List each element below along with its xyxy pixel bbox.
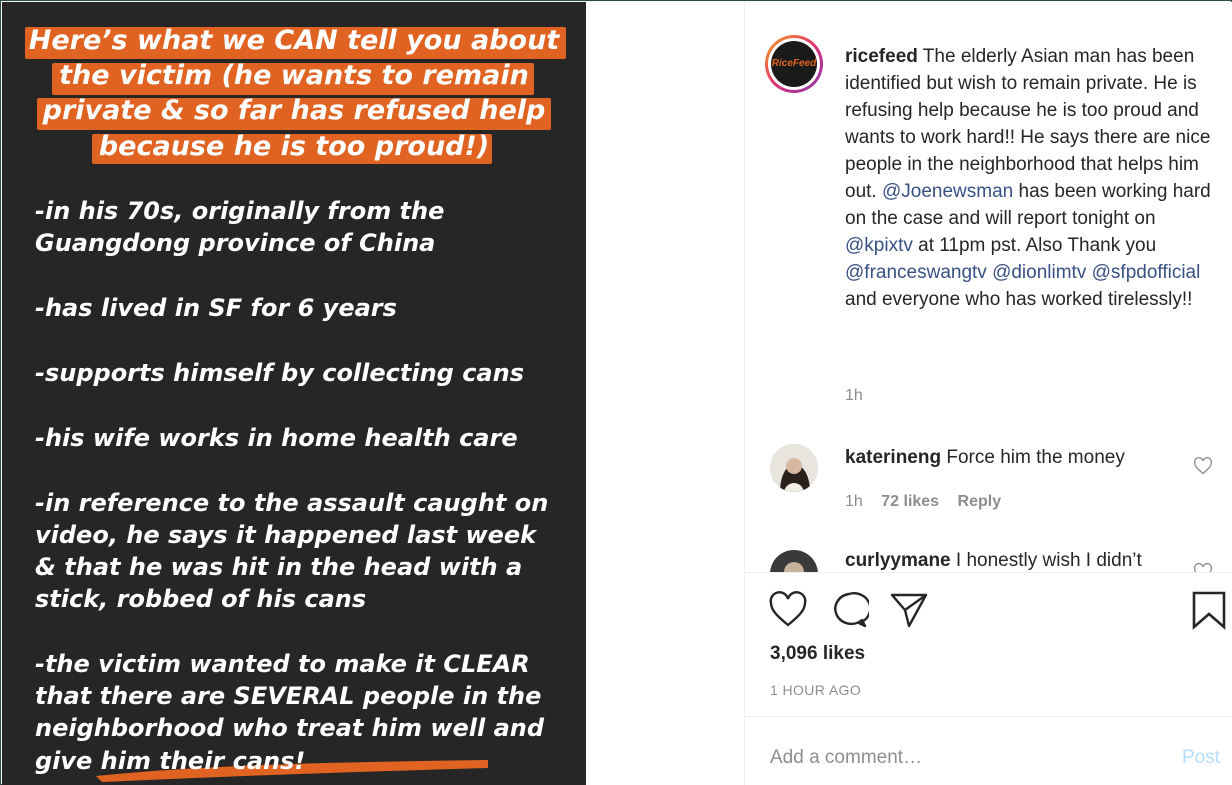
- comment-scroll-area[interactable]: curlyymane I honestly wish I didn’t: [745, 542, 1232, 572]
- image-background: [586, 2, 744, 785]
- post-details-panel: RiceFeed ricefeed The elderly Asian man …: [744, 2, 1232, 785]
- mention-link[interactable]: @dionlimtv: [992, 262, 1086, 283]
- comment-time[interactable]: 1h: [845, 493, 863, 510]
- comment-item: katerineng Force him the money: [845, 447, 1125, 469]
- post-caption: ricefeed The elderly Asian man has been …: [845, 43, 1215, 313]
- add-comment-input[interactable]: Add a comment…: [770, 747, 922, 769]
- comment-item: curlyymane I honestly wish I didn’t: [845, 550, 1142, 572]
- story-text-line: video, he says it happened last week: [35, 521, 537, 549]
- comment-text: I honestly wish I didn’t: [955, 550, 1142, 571]
- story-text-line: neighborhood who treat him well and: [35, 714, 545, 742]
- caption-text: The elderly Asian man has been identifie…: [845, 46, 1211, 202]
- story-heading-line: the victim (he wants to remain: [59, 60, 529, 91]
- comment-text: Force him the money: [946, 447, 1125, 468]
- story-text-line: Guangdong province of China: [35, 229, 436, 257]
- heart-icon[interactable]: [768, 590, 808, 630]
- story-text-line: -the victim wanted to make it CLEAR: [35, 650, 530, 678]
- mention-link[interactable]: @kpixtv: [845, 235, 913, 256]
- mention-link[interactable]: @franceswangtv: [845, 262, 987, 283]
- story-heading-line: private & so far has refused help: [42, 95, 546, 126]
- comment-likes[interactable]: 72 likes: [881, 493, 939, 510]
- divider: [745, 716, 1232, 717]
- story-text-line: -in reference to the assault caught on: [35, 489, 549, 517]
- story-heading-line: Here’s what we CAN tell you about: [28, 25, 560, 56]
- story-heading-line: because he is too proud!): [98, 131, 490, 162]
- mention-link[interactable]: @sfpdofficial: [1092, 262, 1201, 283]
- reply-button[interactable]: Reply: [958, 493, 1002, 510]
- story-text-line: & that he was hit in the head with a: [35, 553, 523, 581]
- story-text-line: that there are SEVERAL people in the: [35, 682, 542, 710]
- paper-plane-icon[interactable]: [889, 590, 929, 630]
- avatar[interactable]: RiceFeed: [765, 35, 823, 93]
- comment-avatar[interactable]: [770, 550, 818, 572]
- comment-icon[interactable]: [829, 590, 869, 630]
- story-text-line: stick, robbed of his cans: [35, 585, 367, 613]
- story-text-line: -has lived in SF for 6 years: [35, 294, 397, 322]
- likes-count[interactable]: 3,096 likes: [770, 643, 865, 665]
- comment-meta: 1h 72 likes Reply: [845, 493, 1001, 511]
- caption-text: and everyone who has worked tirelessly!!: [845, 289, 1193, 310]
- comment-avatar[interactable]: [770, 444, 818, 492]
- comment-username[interactable]: curlyymane: [845, 550, 951, 571]
- comment-like-heart-icon[interactable]: [1193, 562, 1213, 572]
- comment-username[interactable]: katerineng: [845, 447, 941, 468]
- bookmark-icon[interactable]: [1189, 590, 1229, 630]
- comment-like-heart-icon[interactable]: [1193, 456, 1213, 476]
- story-text-line: -his wife works in home health care: [35, 424, 518, 452]
- mention-link[interactable]: @Joenewsman: [882, 181, 1013, 202]
- divider: [745, 572, 1232, 573]
- caption-text: at 11pm pst. Also Thank you: [912, 235, 1157, 256]
- avatar-logo: RiceFeed: [771, 41, 817, 87]
- post-time-ago[interactable]: 1 HOUR AGO: [770, 682, 861, 698]
- caption-username[interactable]: ricefeed: [845, 46, 918, 67]
- story-text-line: -in his 70s, originally from the: [35, 197, 445, 225]
- caption-timestamp[interactable]: 1h: [845, 387, 863, 405]
- post-button[interactable]: Post: [1182, 747, 1220, 769]
- window-frame: Here’s what we CAN tell you about the vi…: [0, 0, 1232, 785]
- story-text-line: -supports himself by collecting cans: [35, 359, 524, 387]
- story-text-line: give him their cans!: [35, 747, 306, 775]
- story-image: Here’s what we CAN tell you about the vi…: [2, 2, 586, 785]
